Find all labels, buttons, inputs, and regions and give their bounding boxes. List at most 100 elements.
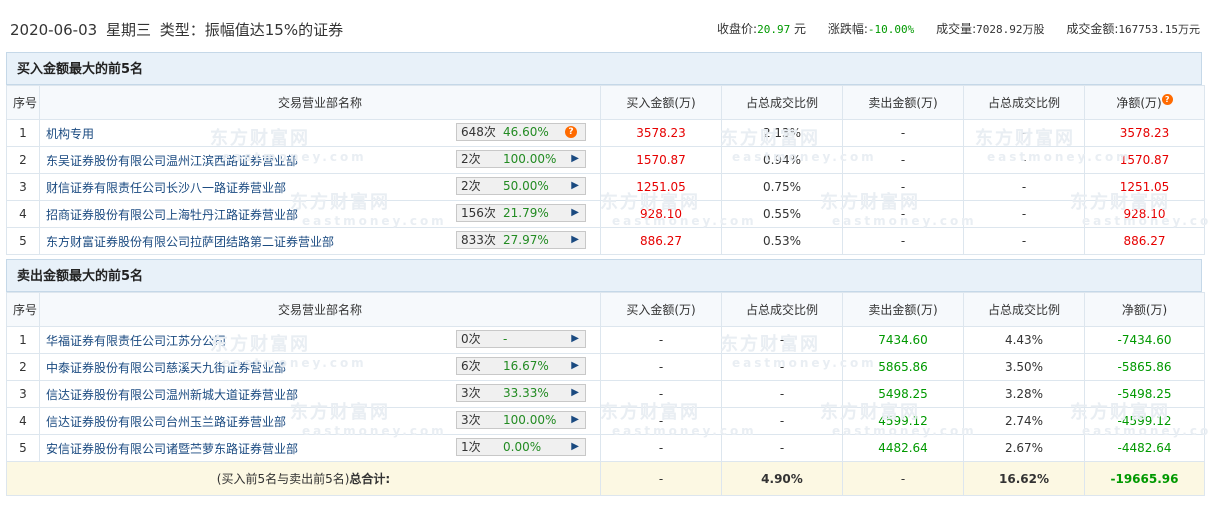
branch-name-link[interactable]: 信达证券股份有限公司温州新城大道证券营业部 [46,386,298,403]
total-label-bold: 总合计: [349,472,391,486]
history-count: 0次 [461,332,481,346]
history-win-rate: 33.33% [503,386,549,400]
total-sell: - [842,461,964,496]
col-header-buy-ratio: 占总成交比例 [721,292,843,327]
question-bubble-icon[interactable]: ? [565,126,577,138]
buy-amount: 3578.23 [600,119,722,147]
triangle-right-icon[interactable]: ▶ [571,331,579,347]
buy-amount: 1570.87 [600,146,722,174]
col-header-buy-amount: 买入金额(万) [600,292,722,327]
branch-cell: 华福证券有限责任公司江苏分公司 0次 - ▶ [39,326,601,354]
buy-header-row: 序号 交易营业部名称 买入金额(万) 占总成交比例 卖出金额(万) 占总成交比例… [6,85,1205,120]
history-stats-button[interactable]: 3次 33.33% ▶ [456,384,586,402]
type-label: 类型：振幅值达15%的证券 [159,21,344,39]
history-stats-button[interactable]: 2次 50.00% ▶ [456,177,586,195]
triangle-right-icon[interactable]: ▶ [571,178,579,194]
history-stats-button[interactable]: 833次 27.97% ▶ [456,231,586,249]
branch-name-link[interactable]: 机构专用 [46,125,94,142]
total-sell-ratio: 16.62% [963,461,1085,496]
net-amount: 1251.05 [1084,173,1205,201]
table-row: 2 中泰证券股份有限公司慈溪天九街证券营业部 6次 16.67% ▶ - -5865.86 3… [6,353,1205,381]
triangle-right-icon[interactable]: ▶ [571,385,579,401]
sell-amount: - [842,173,964,201]
row-index: 5 [6,227,40,255]
net-amount: 928.10 [1084,200,1205,228]
history-stats-button[interactable]: 0次 - ▶ [456,330,586,348]
history-count: 156次 [461,206,496,220]
branch-cell: 安信证券股份有限公司诸暨苎萝东路证券营业部 1次 0.00% ▶ [39,434,601,462]
sell-ratio: - [963,173,1085,201]
col-header-branch: 交易营业部名称 [39,85,601,120]
buy-table: 序号 交易营业部名称 买入金额(万) 占总成交比例 卖出金额(万) 占总成交比例… [6,85,1205,255]
buy-ratio: - [721,407,843,435]
branch-name-link[interactable]: 东方财富证券股份有限公司拉萨团结路第二证券营业部 [46,233,334,250]
history-stats-button[interactable]: 6次 16.67% ▶ [456,357,586,375]
summary-bar: 2020-06-03 星期三 类型：振幅值达15%的证券 收盘价:20.97 元… [6,0,1204,52]
buy-amount: 886.27 [600,227,722,255]
buy-ratio: 0.55% [721,200,843,228]
col-header-net: 净额(万)? [1084,85,1205,120]
history-count: 6次 [461,359,481,373]
triangle-right-icon[interactable]: ▶ [571,358,579,374]
triangle-right-icon[interactable]: ▶ [571,439,579,455]
branch-cell: 东方财富证券股份有限公司拉萨团结路第二证券营业部 833次 27.97% ▶ [39,227,601,255]
net-amount: 1570.87 [1084,146,1205,174]
total-buy: - [600,461,722,496]
buy-ratio: - [721,353,843,381]
history-count: 648次 [461,125,496,139]
branch-name-link[interactable]: 华福证券有限责任公司江苏分公司 [46,332,226,349]
net-amount: -5865.86 [1084,353,1205,381]
branch-name-link[interactable]: 招商证券股份有限公司上海牡丹江路证券营业部 [46,206,298,223]
sell-header-row: 序号 交易营业部名称 买入金额(万) 占总成交比例 卖出金额(万) 占总成交比例… [6,292,1205,327]
col-header-branch: 交易营业部名称 [39,292,601,327]
buy-ratio: 0.94% [721,146,843,174]
history-stats-button[interactable]: 1次 0.00% ▶ [456,438,586,456]
weekday: 星期三 [105,21,151,39]
sell-amount: - [842,227,964,255]
triangle-right-icon[interactable]: ▶ [571,151,579,167]
row-index: 4 [6,407,40,435]
history-count: 3次 [461,413,481,427]
net-amount: 886.27 [1084,227,1205,255]
sell-amount: 5865.86 [842,353,964,381]
history-count: 2次 [461,179,481,193]
sell-ratio: - [963,146,1085,174]
branch-name-link[interactable]: 东吴证券股份有限公司温州江滨西路证券营业部 [46,152,298,169]
history-win-rate: 100.00% [503,413,557,427]
net-amount: -7434.60 [1084,326,1205,354]
change-value: -10.00% [867,23,915,36]
buy-amount: - [600,326,722,354]
branch-name-link[interactable]: 财信证券有限责任公司长沙八一路证券营业部 [46,179,286,196]
net-header-label: 净额(万) [1116,96,1162,110]
history-stats-button[interactable]: 648次 46.60%? [456,123,586,141]
buy-ratio: - [721,380,843,408]
history-win-rate: 0.00% [503,440,542,454]
row-index: 4 [6,200,40,228]
row-index: 2 [6,353,40,381]
sell-ratio: 2.67% [963,434,1085,462]
branch-name-link[interactable]: 中泰证券股份有限公司慈溪天九街证券营业部 [46,359,286,376]
row-index: 2 [6,146,40,174]
question-bubble-icon[interactable]: ? [1161,94,1173,105]
history-stats-button[interactable]: 3次 100.00% ▶ [456,411,586,429]
col-header-sell-ratio: 占总成交比例 [963,85,1085,120]
close-value: 20.97 [757,23,791,36]
buy-ratio: 0.53% [721,227,843,255]
triangle-right-icon[interactable]: ▶ [571,232,579,248]
branch-cell: 招商证券股份有限公司上海牡丹江路证券营业部 156次 21.79% ▶ [39,200,601,228]
close-unit: 元 [794,22,807,36]
net-amount: 3578.23 [1084,119,1205,147]
buy-ratio: - [721,326,843,354]
triangle-right-icon[interactable]: ▶ [571,205,579,221]
sell-table: 序号 交易营业部名称 买入金额(万) 占总成交比例 卖出金额(万) 占总成交比例… [6,292,1205,496]
row-index: 5 [6,434,40,462]
history-stats-button[interactable]: 156次 21.79% ▶ [456,204,586,222]
branch-name-link[interactable]: 安信证券股份有限公司诸暨苎萝东路证券营业部 [46,440,298,457]
col-header-net: 净额(万) [1084,292,1205,327]
history-stats-button[interactable]: 2次 100.00% ▶ [456,150,586,168]
triangle-right-icon[interactable]: ▶ [571,412,579,428]
branch-name-link[interactable]: 信达证券股份有限公司台州玉兰路证券营业部 [46,413,286,430]
buy-amount: - [600,407,722,435]
stock-stats: 收盘价:20.97 元 涨跌幅:-10.00% 成交量:7028.92万股 成交… [717,20,1200,37]
total-buy-ratio: 4.90% [721,461,843,496]
